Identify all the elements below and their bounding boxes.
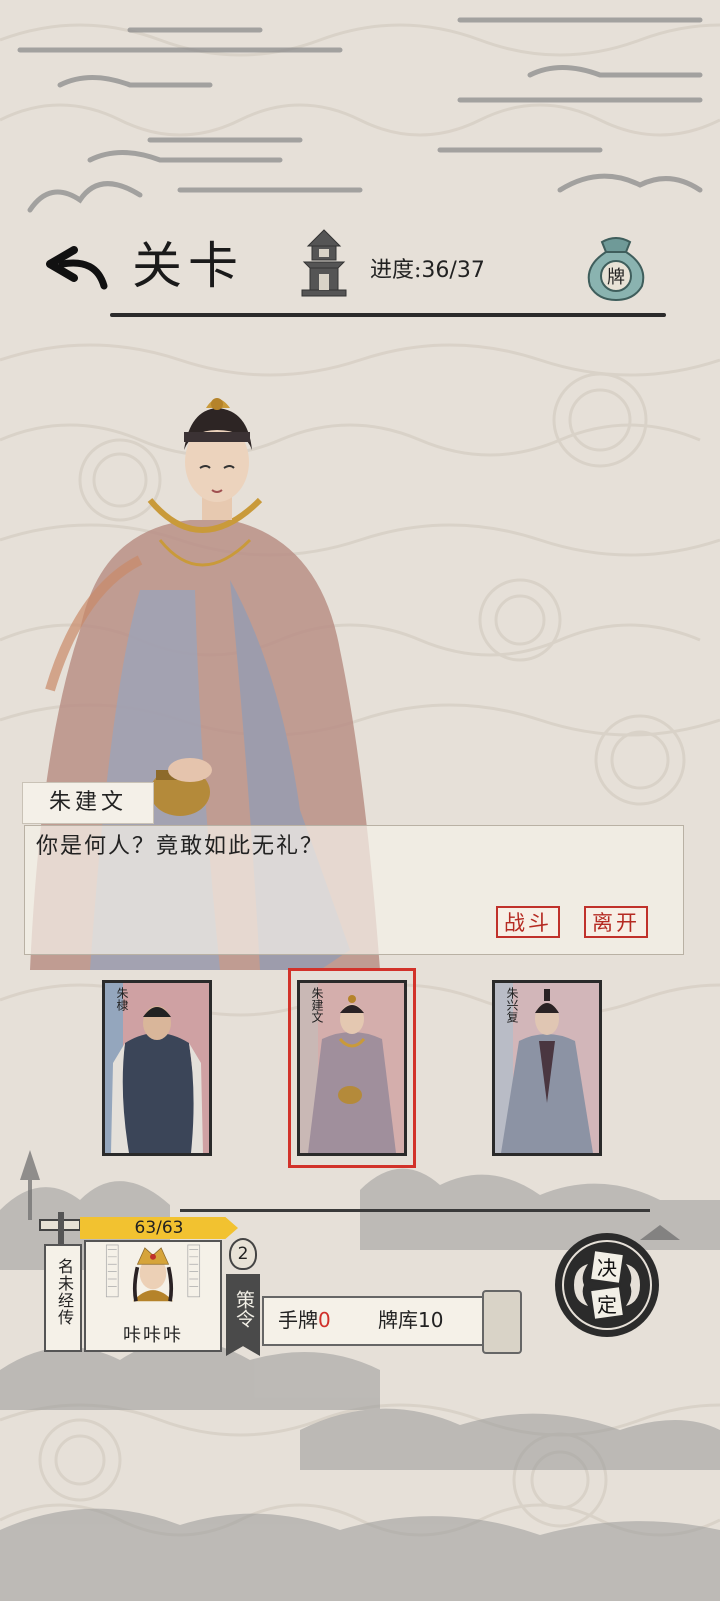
decide-label-bottom: 定 xyxy=(597,1293,617,1317)
level-badge: 2 xyxy=(229,1238,257,1270)
flag-post-icon xyxy=(39,1212,81,1244)
decide-label-top: 决 xyxy=(597,1256,617,1280)
page-title: 关卡 xyxy=(132,237,244,295)
ground-divider xyxy=(180,1209,650,1212)
deck-label: 牌库 xyxy=(378,1308,418,1332)
back-arrow-icon[interactable] xyxy=(44,238,114,298)
card-bag-icon[interactable]: 牌 xyxy=(580,232,652,302)
hand-count-value: 0 xyxy=(318,1308,331,1332)
hand-count: 手牌0 xyxy=(278,1306,331,1334)
player-name: 咔咔咔 xyxy=(88,1322,218,1350)
card-name: 朱棣 xyxy=(115,987,129,1011)
ink-mountains-background xyxy=(0,1150,720,1601)
progress-value: 36/37 xyxy=(421,258,485,283)
speaker-name-tag: 朱建文 xyxy=(22,782,154,824)
scroll-end xyxy=(482,1290,522,1354)
deck-count: 牌库10 xyxy=(378,1306,443,1334)
bag-icon-char: 牌 xyxy=(607,267,625,288)
hand-label: 手牌 xyxy=(278,1308,318,1332)
hp-bar: 63/63 xyxy=(80,1217,238,1239)
deck-count-value: 10 xyxy=(418,1308,444,1332)
card-name: 朱建文 xyxy=(310,987,324,1023)
decide-button[interactable]: 决 定 xyxy=(552,1230,662,1340)
leave-button[interactable]: 离开 xyxy=(584,906,648,938)
strategy-tag-text: 策令 xyxy=(233,1290,255,1328)
player-avatar xyxy=(103,1242,203,1322)
tower-icon xyxy=(301,229,347,297)
card-name: 朱兴复 xyxy=(505,987,519,1023)
fight-button[interactable]: 战斗 xyxy=(496,906,560,938)
progress-label: 进度: xyxy=(370,258,422,283)
progress-text: 进度:36/37 xyxy=(370,256,485,286)
dialog-text: 你是何人？竟敢如此无礼？ xyxy=(36,834,325,859)
title-tag-text: 名未经传 xyxy=(55,1258,74,1326)
header-divider xyxy=(110,313,666,317)
